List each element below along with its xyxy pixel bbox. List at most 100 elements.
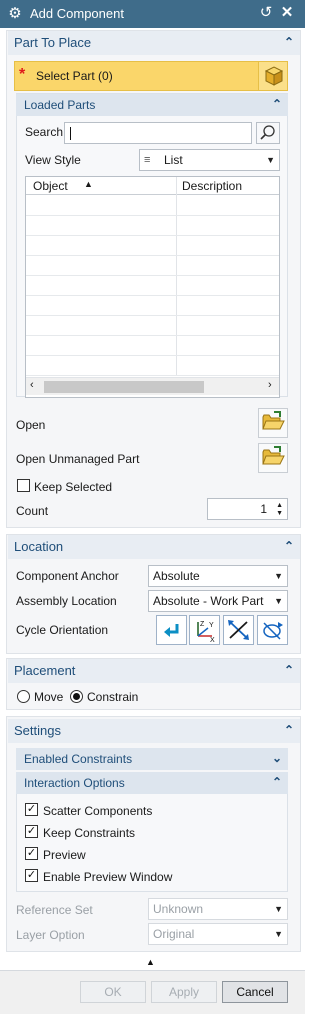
- layer-option-select: Original ▼: [148, 923, 288, 945]
- chevron-down-icon: ▼: [274, 904, 283, 914]
- rotate-orientation-button[interactable]: [257, 615, 288, 645]
- table-row: [26, 235, 279, 236]
- open-folder-icon: [262, 446, 285, 465]
- expand-chevron-icon[interactable]: ⌄: [272, 750, 282, 766]
- search-label: Search: [25, 125, 64, 139]
- close-icon[interactable]: ✕: [279, 4, 295, 22]
- decrement-icon[interactable]: ▼: [276, 510, 283, 518]
- table-header: Object ▲ Description: [26, 177, 279, 195]
- column-header-description[interactable]: Description: [182, 179, 242, 193]
- svg-text:Y: Y: [209, 622, 214, 629]
- search-button[interactable]: [256, 122, 280, 144]
- open-button[interactable]: [258, 408, 288, 438]
- location-header[interactable]: Location ⌃: [8, 535, 300, 559]
- chevron-down-icon: ▼: [266, 155, 275, 165]
- collapse-chevron-icon[interactable]: ⌃: [284, 538, 294, 554]
- interaction-options-header[interactable]: Interaction Options ⌃: [16, 772, 288, 794]
- search-icon: [260, 125, 275, 140]
- preview-checkbox[interactable]: ✓: [25, 847, 38, 860]
- cycle-orientation-label: Cycle Orientation: [16, 623, 109, 637]
- count-stepper[interactable]: 1 ▲ ▼: [207, 498, 288, 520]
- table-row: [26, 315, 279, 316]
- preview-label: Preview: [43, 848, 86, 862]
- table-row: [26, 255, 279, 256]
- collapse-chevron-icon[interactable]: ⌃: [284, 662, 294, 678]
- reverse-direction-button[interactable]: [223, 615, 254, 645]
- collapse-chevron-icon[interactable]: ⌃: [272, 96, 282, 112]
- view-style-label: View Style: [25, 153, 81, 167]
- reference-set-value: Unknown: [153, 902, 204, 916]
- table-row: [26, 335, 279, 336]
- view-style-value: List: [164, 153, 183, 167]
- layer-option-value: Original: [153, 927, 195, 941]
- scatter-components-checkbox[interactable]: ✓: [25, 803, 38, 816]
- constrain-label: Constrain: [87, 690, 139, 704]
- scroll-right-icon[interactable]: ›: [268, 379, 272, 391]
- component-anchor-select[interactable]: Absolute ▼: [148, 565, 288, 587]
- assembly-location-label: Assembly Location: [16, 594, 117, 608]
- subgroup-title: Loaded Parts: [24, 98, 96, 112]
- assembly-location-value: Absolute - Work Part: [153, 594, 264, 608]
- placement-header[interactable]: Placement ⌃: [8, 659, 300, 683]
- open-folder-icon: [262, 411, 285, 430]
- loaded-parts-table[interactable]: Object ▲ Description: [25, 176, 280, 398]
- collapse-chevron-icon[interactable]: ⌃: [284, 34, 294, 50]
- group-title: Part To Place: [14, 35, 92, 50]
- svg-text:X: X: [210, 637, 215, 644]
- move-label: Move: [34, 690, 64, 704]
- enable-preview-window-checkbox[interactable]: ✓: [25, 869, 38, 882]
- scatter-components-label: Scatter Components: [43, 804, 153, 818]
- keep-selected-checkbox[interactable]: [17, 479, 30, 492]
- rotate-icon: [263, 622, 283, 640]
- cycle-orientation-button[interactable]: [156, 615, 187, 645]
- table-row: [26, 275, 279, 276]
- required-asterisk-icon: *: [19, 66, 26, 83]
- constrain-radio[interactable]: [70, 690, 83, 703]
- collapse-chevron-icon[interactable]: ⌃: [284, 722, 294, 738]
- horizontal-scrollbar[interactable]: ‹ ›: [26, 377, 279, 395]
- subgroup-title: Interaction Options: [24, 776, 125, 790]
- reference-set-select: Unknown ▼: [148, 898, 288, 920]
- move-radio[interactable]: [17, 690, 30, 703]
- reset-icon[interactable]: ↺: [258, 4, 274, 22]
- enable-preview-window-label: Enable Preview Window: [43, 870, 173, 884]
- ok-button[interactable]: OK: [80, 981, 146, 1003]
- apply-button[interactable]: Apply: [151, 981, 217, 1003]
- component-anchor-label: Component Anchor: [16, 569, 119, 583]
- assembly-location-select[interactable]: Absolute - Work Part ▼: [148, 590, 288, 612]
- count-value: 1: [260, 502, 267, 516]
- gear-icon[interactable]: ⚙: [6, 5, 24, 23]
- chevron-down-icon: ▼: [274, 929, 283, 939]
- enabled-constraints-header[interactable]: Enabled Constraints ⌄: [16, 748, 288, 770]
- component-anchor-value: Absolute: [153, 569, 200, 583]
- keep-constraints-label: Keep Constraints: [43, 826, 136, 840]
- csys-icon: Z Y X: [197, 621, 215, 644]
- count-label: Count: [16, 504, 49, 518]
- open-unmanaged-button[interactable]: [258, 443, 288, 473]
- column-header-object[interactable]: Object: [33, 179, 68, 193]
- part-to-place-header[interactable]: Part To Place ⌃: [8, 31, 300, 55]
- scrollbar-thumb[interactable]: [44, 381, 204, 393]
- column-divider: [176, 177, 177, 375]
- keep-constraints-checkbox[interactable]: ✓: [25, 825, 38, 838]
- scroll-left-icon[interactable]: ‹: [30, 379, 34, 391]
- select-part-label: Select Part (0): [36, 69, 113, 83]
- cancel-button[interactable]: Cancel: [222, 981, 288, 1003]
- open-unmanaged-label: Open Unmanaged Part: [16, 452, 140, 466]
- sort-ascending-icon: ▲: [84, 179, 93, 189]
- collapse-chevron-icon[interactable]: ⌃: [272, 774, 282, 790]
- table-row: [26, 215, 279, 216]
- specify-orientation-button[interactable]: Z Y X: [189, 615, 220, 645]
- title-bar: ⚙ Add Component ↺ ✕: [0, 0, 305, 28]
- keep-selected-label: Keep Selected: [34, 480, 113, 494]
- view-style-select[interactable]: ≡ List ▼: [139, 149, 280, 171]
- settings-header[interactable]: Settings ⌃: [8, 719, 300, 743]
- table-row: [26, 295, 279, 296]
- increment-icon[interactable]: ▲: [276, 502, 283, 510]
- reverse-arrows-icon: [228, 620, 249, 640]
- select-part-cube-button[interactable]: [258, 62, 287, 90]
- cube-icon: [264, 66, 284, 86]
- search-input[interactable]: [64, 122, 252, 144]
- loaded-parts-header[interactable]: Loaded Parts ⌃: [16, 94, 288, 116]
- collapse-more-icon[interactable]: ▲: [146, 957, 155, 967]
